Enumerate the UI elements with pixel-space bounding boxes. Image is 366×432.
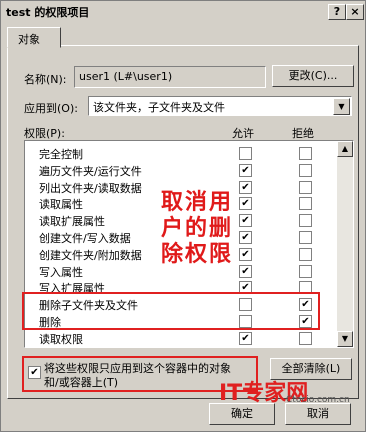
help-button[interactable]: ? [328,4,346,20]
allow-header: 允许 [232,127,254,140]
deny-checkbox[interactable] [299,231,312,244]
permission-name: 读取权限 [39,332,83,346]
scroll-down-icon[interactable]: ▼ [337,331,353,347]
deny-checkbox[interactable] [299,264,312,278]
allow-checkbox[interactable]: ✔ [239,247,252,261]
name-field: user1 (L#\user1) [74,66,266,88]
allow-checkbox[interactable]: ✔ [239,197,252,211]
scroll-up-icon[interactable]: ▲ [337,141,353,157]
deny-header: 拒绝 [292,127,314,140]
permission-row: 读取权限 ✔ [33,330,333,346]
dropdown-arrow-icon[interactable]: ▼ [333,98,350,115]
deny-checkbox[interactable] [299,163,312,177]
permission-name: 列出文件夹/读取数据 [39,181,142,195]
permission-dialog: test 的权限项目 ? × 对象 名称(N): user1 (L#\user1… [0,0,366,432]
allow-checkbox[interactable]: ✔ [239,214,252,228]
deny-checkbox[interactable] [299,180,312,194]
apply-only-label-line2: 和/或容器上(T) [44,376,119,389]
permission-name: 完全控制 [39,148,83,161]
tab-object[interactable]: 对象 [7,27,61,48]
allow-checkbox[interactable]: ✔ [239,331,252,345]
deny-checkbox[interactable] [299,147,312,160]
deny-checkbox[interactable] [299,214,312,228]
permission-name: 创建文件/写入数据 [39,232,131,245]
allow-checkbox[interactable]: ✔ [239,163,252,177]
allow-checkbox[interactable]: ✔ [239,180,252,194]
apply-to-label: 应用到(O): [24,102,78,115]
apply-to-select[interactable]: 该文件夹，子文件夹及文件 ▼ [88,96,352,116]
allow-checkbox[interactable]: ✔ [239,264,252,278]
change-button[interactable]: 更改(C)... [272,65,354,87]
allow-checkbox[interactable] [239,147,252,160]
window-title: test 的权限项目 [6,6,90,19]
permission-name: 读取扩展属性 [39,215,105,229]
watermark-sub: Ctocio.com.cn [286,395,350,405]
permission-name: 写入属性 [39,265,83,279]
permission-name: 遍历文件夹/运行文件 [39,164,142,178]
permission-row: 完全控制 [33,145,333,161]
permission-name: 读取属性 [39,198,83,212]
permission-name: 创建文件夹/附加数据 [39,248,142,262]
deny-checkbox[interactable] [299,197,312,211]
title-bar: test 的权限项目 ? × [2,2,364,20]
close-button[interactable]: × [346,4,364,20]
deny-checkbox[interactable] [299,331,312,345]
list-scrollbar[interactable]: ▲ ▼ [337,141,353,347]
apply-to-value: 该文件夹，子文件夹及文件 [93,101,225,114]
permission-row: 遍历文件夹/运行文件 ✔ [33,162,333,178]
apply-only-checkbox[interactable]: ✔ [28,366,41,379]
name-label: 名称(N): [24,73,67,86]
highlight-delete-rows [22,292,320,330]
name-value: user1 (L#\user1) [79,70,173,83]
permissions-label: 权限(P): [24,127,65,140]
deny-checkbox[interactable] [299,247,312,261]
allow-checkbox[interactable]: ✔ [239,231,252,244]
annotation-text: 取消用 户的删 除权限 [161,189,234,267]
